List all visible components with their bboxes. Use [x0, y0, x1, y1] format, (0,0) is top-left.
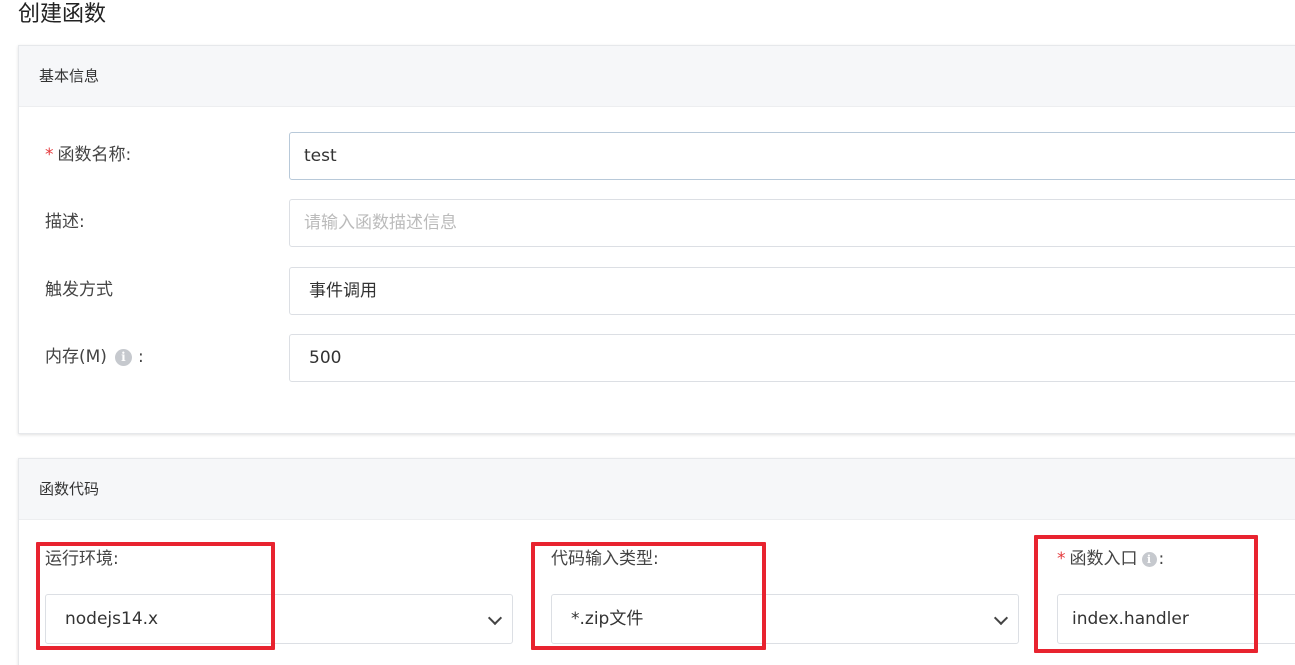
- page-title: 创建函数: [18, 2, 107, 27]
- trigger-row: 触发方式 事件调用: [19, 267, 1295, 317]
- memory-label-colon: :: [137, 347, 144, 367]
- memory-label-text: 内存(M): [45, 347, 107, 367]
- memory-input[interactable]: 500: [289, 334, 1295, 382]
- create-function-page: 创建函数 基本信息 * 函数名称: test 描述: 请输入函数描述信息 触发方式…: [0, 0, 1295, 665]
- description-label: 描述:: [45, 212, 85, 232]
- memory-label: 内存(M) i:: [45, 334, 144, 384]
- function-name-input[interactable]: test: [289, 132, 1295, 180]
- memory-row: 内存(M) i: 500: [19, 334, 1295, 384]
- description-row: 描述: 请输入函数描述信息: [19, 199, 1295, 249]
- function-name-label: * 函数名称:: [45, 132, 131, 182]
- function-name-row: * 函数名称: test: [19, 132, 1295, 182]
- chevron-down-icon: [487, 610, 503, 626]
- trigger-select[interactable]: 事件调用: [289, 267, 1295, 315]
- description-input[interactable]: 请输入函数描述信息: [289, 199, 1295, 247]
- trigger-label: 触发方式: [45, 280, 113, 300]
- highlight-box-runtime: [36, 542, 275, 650]
- function-code-header: 函数代码: [19, 459, 1295, 520]
- highlight-box-code-type: [531, 542, 766, 650]
- chevron-down-icon: [993, 610, 1009, 626]
- function-name-label-text: 函数名称:: [57, 145, 132, 165]
- required-mark: *: [45, 145, 54, 165]
- highlight-box-entry: [1034, 535, 1258, 653]
- basic-info-header: 基本信息: [19, 46, 1295, 107]
- basic-info-card: 基本信息 * 函数名称: test 描述: 请输入函数描述信息 触发方式 事件调用…: [18, 45, 1295, 434]
- info-icon[interactable]: i: [114, 349, 132, 366]
